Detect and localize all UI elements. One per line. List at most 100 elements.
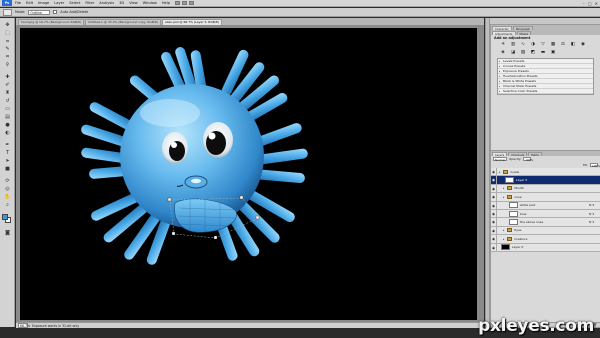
layer-effects-icon[interactable]: fx ▾	[589, 220, 594, 224]
menu-item-select[interactable]: Select	[69, 1, 80, 5]
eyedropper-tool-icon[interactable]: ⚲	[3, 62, 12, 69]
history-brush-tool-icon[interactable]: ↺	[3, 98, 12, 105]
layer-row[interactable]: ◉ blue fx ▾	[491, 209, 600, 219]
brightness-icon[interactable]: ☀	[499, 42, 507, 48]
zoom-level-field[interactable]: 66.7%	[18, 323, 30, 328]
blend-mode-select[interactable]: Normal	[493, 156, 507, 162]
type-tool-icon[interactable]: T	[3, 150, 12, 157]
layer-row[interactable]: ◉ white part fx ▾	[491, 201, 600, 210]
layer-effects-icon[interactable]: fx ▾	[589, 212, 594, 216]
pen-tool-icon[interactable]: ✒	[3, 142, 12, 149]
mode-select[interactable]: Outline	[28, 9, 51, 15]
gradient-map-icon[interactable]: ▬	[539, 50, 547, 56]
color-balance-icon[interactable]: ⚖	[559, 42, 567, 48]
visibility-eye-icon[interactable]: ◉	[491, 243, 497, 251]
dodge-tool-icon[interactable]: ◐	[3, 130, 12, 137]
view-extras-icon[interactable]	[189, 1, 195, 5]
menu-item-analysis[interactable]: Analysis	[99, 1, 114, 5]
3d-rotate-tool-icon[interactable]: ⟳	[3, 178, 12, 185]
crop-tool-icon[interactable]: ⌗	[3, 54, 12, 61]
layer-row[interactable]: ◉ ▸ nose	[491, 193, 600, 202]
healing-tool-icon[interactable]: ✚	[3, 74, 12, 81]
document-canvas[interactable]	[20, 28, 477, 320]
menu-item-image[interactable]: Image	[38, 1, 49, 5]
menu-item-3d[interactable]: 3D	[119, 1, 124, 5]
curves-icon[interactable]: ∿	[519, 42, 527, 48]
blur-tool-icon[interactable]: ●	[3, 122, 12, 129]
visibility-eye-icon[interactable]: ◉	[491, 218, 497, 226]
visibility-eye-icon[interactable]: ◉	[491, 226, 497, 235]
tab-adjustments[interactable]: Adjustments	[492, 30, 516, 36]
eraser-tool-icon[interactable]: ▭	[3, 106, 12, 113]
foreground-color-swatch[interactable]	[2, 214, 8, 220]
layer-row[interactable]: ◉ ▸ Creature	[491, 235, 600, 244]
quick-mask-icon[interactable]: ◙	[3, 230, 12, 237]
close-icon[interactable]: ✕	[595, 1, 598, 6]
hue-sat-icon[interactable]: ▦	[549, 42, 557, 48]
layer-row[interactable]: ◉ Layer 5	[491, 176, 600, 185]
layer-row[interactable]: ◉ the above nose fx ▾	[491, 218, 600, 227]
group-expand-icon[interactable]: ▸	[503, 186, 504, 190]
quick-select-tool-icon[interactable]: ✎	[3, 46, 12, 53]
visibility-eye-icon[interactable]: ◉	[491, 176, 497, 184]
auto-add-delete-checkbox[interactable]	[53, 10, 58, 14]
invert-icon[interactable]: ◪	[509, 50, 517, 56]
visibility-eye-icon[interactable]: ◉	[491, 168, 497, 176]
menu-item-window[interactable]: Window	[143, 1, 157, 5]
menu-item-view[interactable]: View	[129, 1, 138, 5]
tool-preset-picker[interactable]	[3, 8, 12, 16]
layer-effects-icon[interactable]: fx ▾	[589, 203, 594, 207]
visibility-eye-icon[interactable]: ◉	[491, 209, 497, 218]
channel-mixer-icon[interactable]: ◈	[499, 50, 507, 56]
visibility-eye-icon[interactable]: ◉	[491, 184, 497, 193]
gradient-tool-icon[interactable]: ▤	[3, 114, 12, 121]
group-expand-icon[interactable]: ▸	[503, 195, 504, 199]
visibility-eye-icon[interactable]: ◉	[491, 235, 497, 243]
exposure-icon[interactable]: ◑	[529, 42, 537, 48]
layer-row[interactable]: ◉ Layer 0	[491, 243, 600, 252]
vibrance-icon[interactable]: ▽	[539, 42, 547, 48]
menu-item-help[interactable]: Help	[162, 1, 170, 5]
tab-masks[interactable]: Masks	[516, 30, 532, 36]
minibridge-icon[interactable]	[182, 1, 188, 5]
maximize-icon[interactable]: □	[588, 1, 592, 6]
shape-tool-icon[interactable]: ■	[3, 166, 12, 173]
selective-color-icon[interactable]: ▣	[549, 50, 557, 56]
group-expand-icon[interactable]: ▸	[503, 237, 504, 241]
levels-icon[interactable]: ▥	[509, 42, 517, 48]
menu-item-edit[interactable]: Edit	[26, 1, 33, 5]
visibility-eye-icon[interactable]: ◉	[491, 201, 497, 209]
opacity-field[interactable]: 100%	[523, 156, 533, 162]
path-select-tool-icon[interactable]: ➤	[3, 158, 12, 165]
tab-layers[interactable]: Layers	[492, 151, 508, 157]
hand-tool-icon[interactable]: ✋	[3, 194, 12, 201]
tab-character[interactable]: Character	[492, 25, 512, 31]
fill-field[interactable]: 100%	[590, 162, 600, 168]
bw-icon[interactable]: ◧	[569, 42, 577, 48]
menu-item-file[interactable]: File	[15, 1, 21, 5]
tab-channels[interactable]: Channels	[508, 151, 528, 157]
lasso-tool-icon[interactable]: ⴰ	[3, 38, 12, 45]
layer-row[interactable]: ◉ ▸ Mouth	[491, 184, 600, 194]
marquee-tool-icon[interactable]: ⬚	[3, 30, 12, 37]
group-expand-icon[interactable]: ▸	[503, 228, 504, 232]
expand-triangle-icon[interactable]: ▸	[499, 89, 500, 94]
menu-item-layer[interactable]: Layer	[54, 1, 64, 5]
layer-row[interactable]: ◉ ▸ Eyes	[491, 226, 600, 236]
bridge-icon[interactable]	[175, 1, 181, 5]
photo-filter-icon[interactable]: ◉	[579, 42, 587, 48]
clone-stamp-tool-icon[interactable]: ♜	[3, 90, 12, 97]
3d-orbit-tool-icon[interactable]: ◎	[3, 186, 12, 193]
group-expand-icon[interactable]: ▸	[499, 170, 500, 174]
posterize-icon[interactable]: ▨	[519, 50, 527, 56]
move-tool-icon[interactable]: ✥	[3, 22, 12, 29]
threshold-icon[interactable]: ◩	[529, 50, 537, 56]
brush-tool-icon[interactable]: ✐	[3, 82, 12, 89]
layer-row[interactable]: ◉ ▸ Guide	[491, 168, 600, 177]
tab-paths[interactable]: Paths	[528, 151, 542, 157]
visibility-eye-icon[interactable]: ◉	[491, 193, 497, 201]
tab-paragraph[interactable]: Paragraph	[512, 25, 534, 31]
preset-item[interactable]: ▸ Selective Color Presets	[498, 89, 593, 94]
menu-item-filter[interactable]: Filter	[85, 1, 94, 5]
minimize-icon[interactable]: –	[583, 1, 585, 6]
